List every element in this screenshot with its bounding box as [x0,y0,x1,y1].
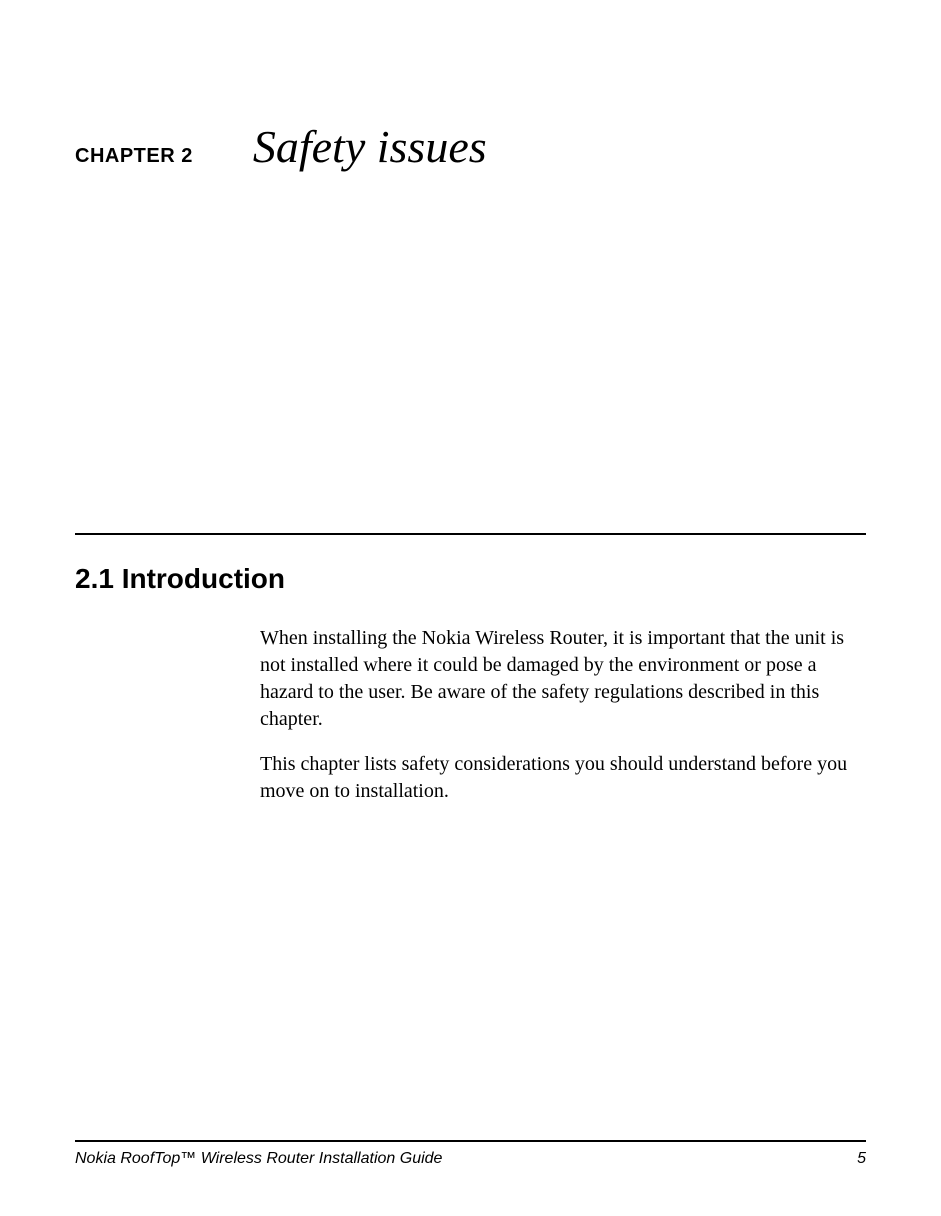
section-body: When installing the Nokia Wireless Route… [260,625,856,805]
chapter-title: Safety issues [253,120,487,173]
footer-title: Nokia RoofTop™ Wireless Router Installat… [75,1150,442,1168]
section-rule [75,533,866,535]
chapter-header: CHAPTER 2 Safety issues [75,120,866,173]
chapter-label: CHAPTER 2 [75,145,193,168]
footer-rule [75,1140,866,1142]
section-heading: 2.1 Introduction [75,563,866,595]
footer-page-number: 5 [857,1150,866,1168]
body-paragraph: This chapter lists safety considerations… [260,751,856,805]
document-page: CHAPTER 2 Safety issues 2.1 Introduction… [0,0,941,1216]
footer-line: Nokia RoofTop™ Wireless Router Installat… [75,1150,866,1168]
body-paragraph: When installing the Nokia Wireless Route… [260,625,856,733]
page-footer: Nokia RoofTop™ Wireless Router Installat… [75,1140,866,1168]
